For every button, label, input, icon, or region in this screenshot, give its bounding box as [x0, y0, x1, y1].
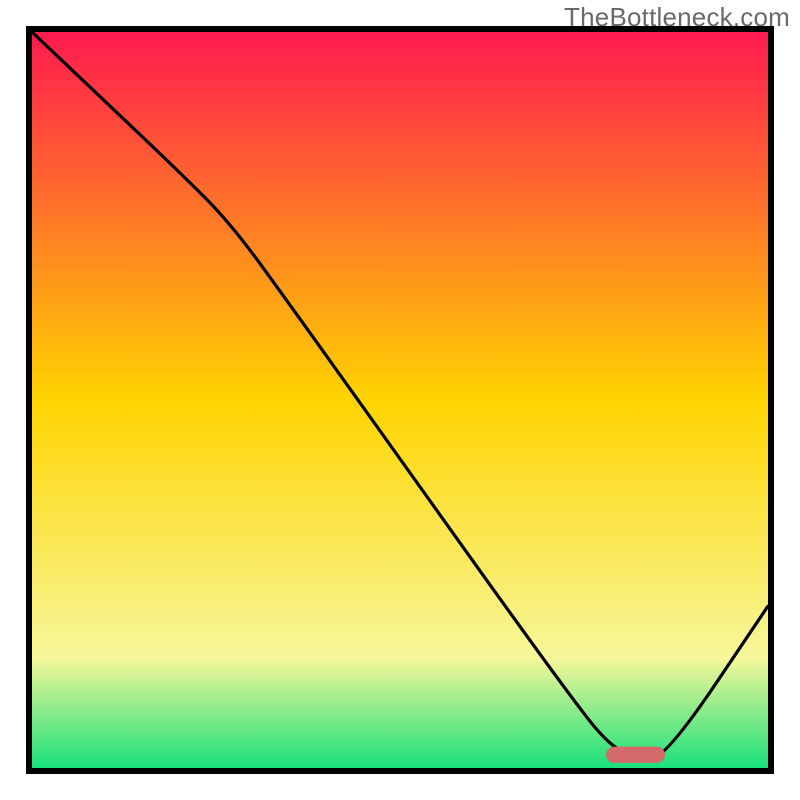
optimal-marker [606, 747, 665, 763]
bottleneck-chart [0, 0, 800, 800]
plot-background-gradient [32, 32, 768, 768]
chart-container: TheBottleneck.com [0, 0, 800, 800]
